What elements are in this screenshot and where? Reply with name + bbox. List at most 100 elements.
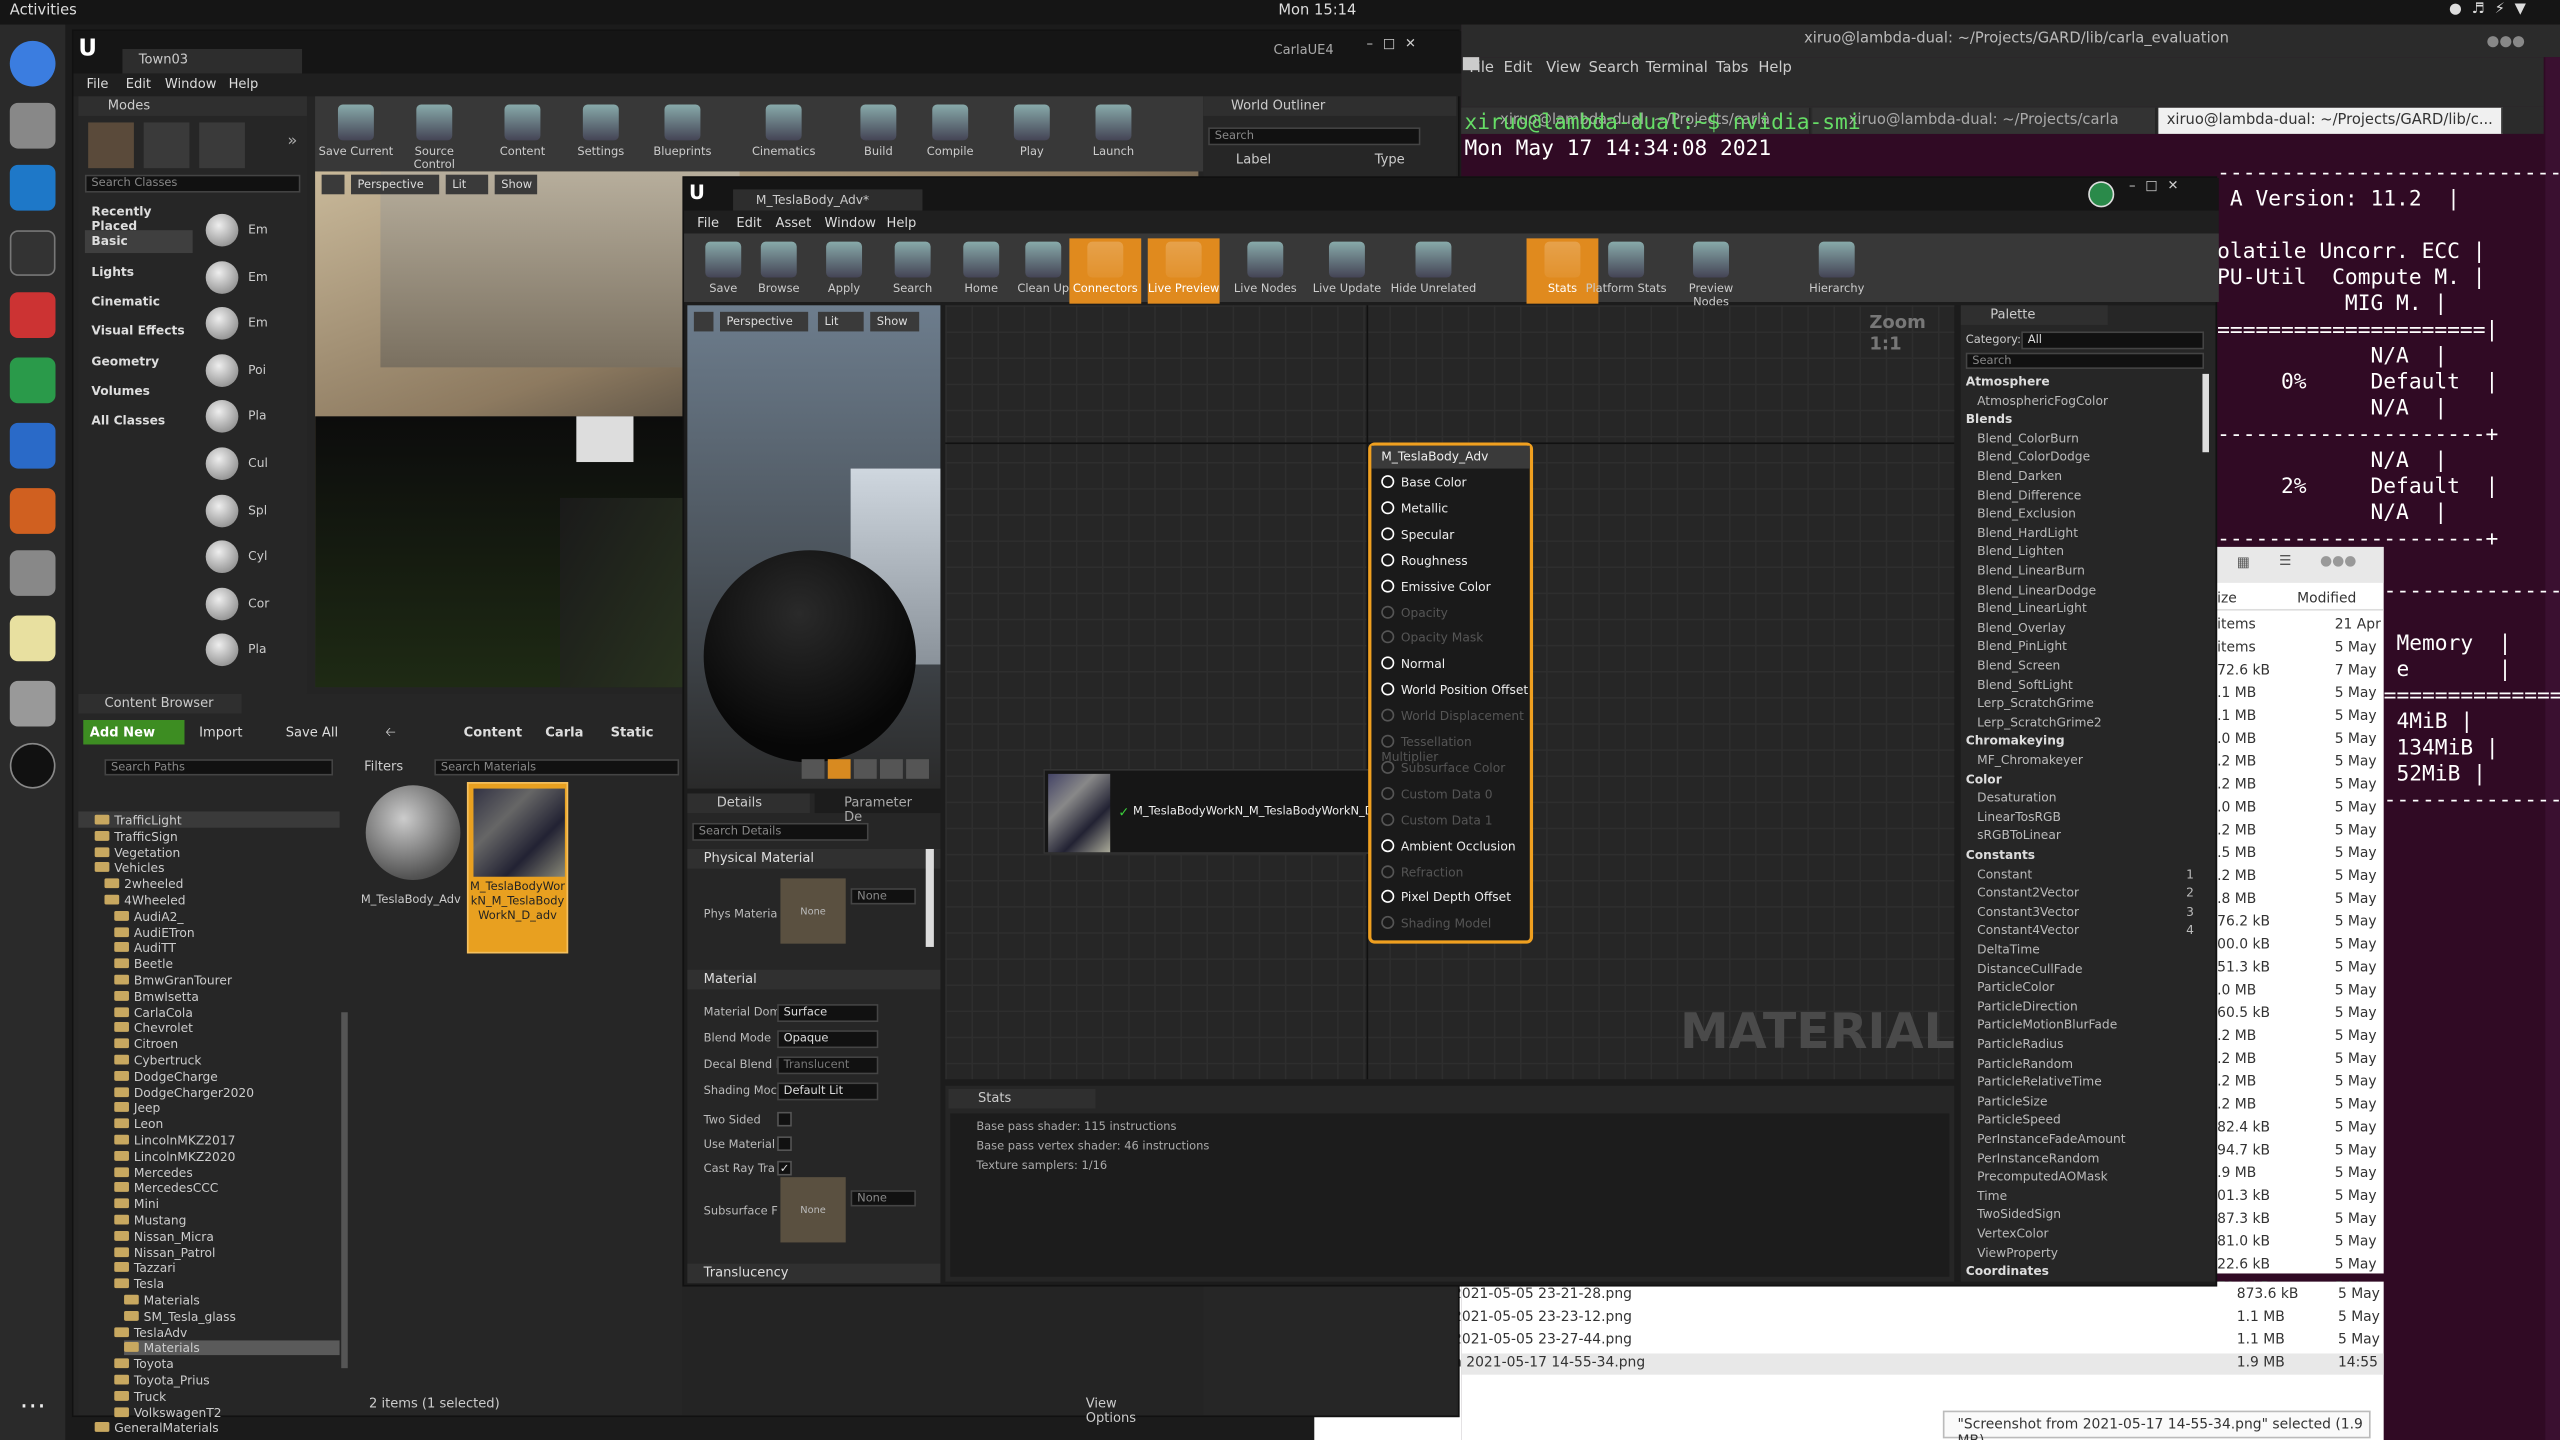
palette-item[interactable]: Constant2Vector <box>1977 885 2079 900</box>
placeable-item[interactable]: Cor <box>202 584 300 623</box>
pin-connector-icon[interactable] <box>1381 812 1395 826</box>
mode-category[interactable]: Lights <box>85 261 193 284</box>
viewport-lit-button[interactable]: Lit <box>445 174 489 195</box>
toolbar-build-button[interactable]: Build <box>838 101 920 166</box>
activities-button[interactable]: Activities <box>10 3 77 19</box>
palette-item[interactable]: AtmosphericFogColor <box>1977 393 2108 408</box>
terminal-menu-search[interactable]: Search <box>1589 60 1639 76</box>
crumb-carla[interactable]: Carla <box>545 725 583 740</box>
mat-toolbar-connectors-button[interactable]: Connectors <box>1069 238 1142 304</box>
mat-toolbar-live-nodes-button[interactable]: Live Nodes <box>1229 238 1301 303</box>
palette-item[interactable]: MF_Chromakeyer <box>1977 753 2083 768</box>
parameter-defaults-tab[interactable]: Parameter De <box>814 793 941 824</box>
view-options-button[interactable]: View Options <box>1086 1396 1136 1425</box>
phys-material-thumb[interactable]: None <box>780 878 846 944</box>
file-row[interactable]: .0 MB 5 May <box>2212 730 2383 751</box>
folder-nissan_micra[interactable]: Nissan_Micra <box>114 1229 339 1244</box>
physical-material-header[interactable]: Physical Material <box>687 848 941 869</box>
file-row[interactable]: 01.3 kB 5 May <box>2212 1187 2383 1208</box>
folder-nissan_patrol[interactable]: Nissan_Patrol <box>114 1245 339 1260</box>
pin-connector-icon[interactable] <box>1381 864 1395 878</box>
placeable-item[interactable]: Em <box>202 211 300 250</box>
checkbox[interactable] <box>777 1136 792 1152</box>
ue-menu-window[interactable]: Window <box>165 77 217 92</box>
toolbar-settings-button[interactable]: Settings <box>560 101 642 166</box>
folder-chevrolet[interactable]: Chevrolet <box>114 1021 339 1036</box>
system-tray-icons[interactable]: ●♬⚡▼ <box>2449 2 2536 18</box>
placeable-item[interactable]: Cyl <box>202 537 300 576</box>
folder-audietron[interactable]: AudiETron <box>114 925 339 940</box>
pin-custom-data-0[interactable]: Custom Data 0 <box>1381 786 1493 801</box>
preview-show-button[interactable]: Show <box>870 311 920 332</box>
pin-subsurface-color[interactable]: Subsurface Color <box>1381 760 1505 775</box>
file-row[interactable]: 2021-05-05 23-27-44.png 1.1 MB 5 May <box>1453 1331 2383 1352</box>
app-red-icon[interactable] <box>9 292 56 338</box>
cube-icon[interactable] <box>880 759 903 779</box>
palette-item[interactable]: Desaturation <box>1977 791 2056 806</box>
settings-icon[interactable] <box>9 550 56 596</box>
toolbar-compile-button[interactable]: Compile <box>909 101 991 166</box>
folder-bmwgrantourer[interactable]: BmwGranTourer <box>114 973 339 988</box>
palette-item[interactable]: Constant3Vector <box>1977 904 2079 919</box>
mat-window-controls[interactable]: –□✕ <box>2129 178 2188 193</box>
source-control-icon[interactable] <box>2088 181 2115 208</box>
folder-volkswagent2[interactable]: VolkswagenT2 <box>114 1405 339 1420</box>
add-new-button[interactable]: Add New <box>83 720 185 745</box>
folder-truck[interactable]: Truck <box>114 1389 339 1404</box>
palette-category[interactable]: Atmosphere <box>1966 374 2050 389</box>
mat-toolbar-preview-nodes-button[interactable]: Preview Nodes <box>1670 238 1752 309</box>
clock[interactable]: Mon 15:14 <box>1278 3 1356 19</box>
preview-lit-button[interactable]: Lit <box>817 311 864 332</box>
pin-opacity-mask[interactable]: Opacity Mask <box>1381 630 1483 646</box>
folder-toyota_prius[interactable]: Toyota_Prius <box>114 1373 339 1388</box>
folder-tesla[interactable]: Tesla <box>114 1277 339 1292</box>
terminal-window-controls[interactable]: ●●● <box>2487 34 2536 50</box>
terminal-scrollbar[interactable] <box>2545 57 2560 1440</box>
preview-perspective-button[interactable]: Perspective <box>720 311 809 332</box>
file-row[interactable]: 22.6 kB 5 May <box>2212 1256 2383 1277</box>
ue-menu-help[interactable]: Help <box>229 77 259 92</box>
viewport-show-button[interactable]: Show <box>494 174 538 195</box>
text-editor-icon[interactable] <box>9 615 56 662</box>
phys-material-combo[interactable]: None <box>850 888 916 905</box>
folder-lincolnmkz2020[interactable]: LincolnMKZ2020 <box>114 1149 339 1164</box>
folder-trafficsign[interactable]: TrafficSign <box>94 829 340 844</box>
place-mode-icon[interactable] <box>88 122 134 169</box>
pin-connector-icon[interactable] <box>1381 708 1395 722</box>
palette-item[interactable]: Blend_Overlay <box>1977 620 2066 635</box>
menu-icon[interactable]: ☰ <box>2279 553 2291 569</box>
crumb-static[interactable]: Static <box>611 725 654 740</box>
pin-custom-data-1[interactable]: Custom Data 1 <box>1381 812 1493 827</box>
palette-category[interactable]: Constants <box>1966 847 2035 862</box>
pin-pixel-depth-offset[interactable]: Pixel Depth Offset <box>1381 890 1511 905</box>
mat-toolbar-live-update-button[interactable]: Live Update <box>1311 238 1383 303</box>
palette-item[interactable]: LinearTosRGB <box>1977 809 2061 824</box>
pin-specular[interactable]: Specular <box>1381 527 1454 542</box>
material-header[interactable]: Material <box>687 969 941 990</box>
palette-item[interactable]: PrecomputedAOMask <box>1977 1169 2108 1184</box>
camera-icon[interactable] <box>9 680 56 727</box>
palette-item[interactable]: ParticleDirection <box>1977 999 2078 1014</box>
pin-connector-icon[interactable] <box>1381 760 1395 774</box>
mode-category[interactable]: All Classes <box>85 410 193 433</box>
file-row[interactable]: 2021-05-05 23-23-12.png 1.1 MB 5 May <box>1453 1308 2383 1329</box>
file-row[interactable]: 72.6 kB 7 May <box>2212 661 2383 682</box>
texture-sample-node[interactable]: ✓ M_TeslaBodyWorkN_M_TeslaBodyWorkN_D_ad… <box>1043 768 1400 854</box>
material-output-node[interactable]: M_TeslaBody_Adv Base Color Metallic Specul… <box>1368 442 1534 944</box>
palette-item[interactable]: Blend_PinLight <box>1977 639 2067 654</box>
mat-menu-asset[interactable]: Asset <box>776 216 812 231</box>
filters-button[interactable]: Filters <box>364 759 403 774</box>
pin-ambient-occlusion[interactable]: Ambient Occlusion <box>1381 838 1516 853</box>
file-row[interactable]: .9 MB 5 May <box>2212 1164 2383 1185</box>
pin-connector-icon[interactable] <box>1381 682 1395 696</box>
placeable-item[interactable]: Poi <box>202 351 300 390</box>
file-row[interactable]: 00.0 kB 5 May <box>2212 936 2383 957</box>
file-row[interactable]: .8 MB 5 May <box>2212 890 2383 911</box>
mode-category[interactable]: Volumes <box>85 380 193 403</box>
palette-item[interactable]: PerInstanceFadeAmount <box>1977 1131 2125 1146</box>
preview-shape-buttons[interactable] <box>801 759 933 782</box>
palette-item[interactable]: ParticleColor <box>1977 980 2054 995</box>
mat-menu-help[interactable]: Help <box>887 216 917 231</box>
show-apps-icon[interactable]: ⋯ <box>10 1389 56 1435</box>
folder-materials[interactable]: Materials <box>124 1293 340 1308</box>
